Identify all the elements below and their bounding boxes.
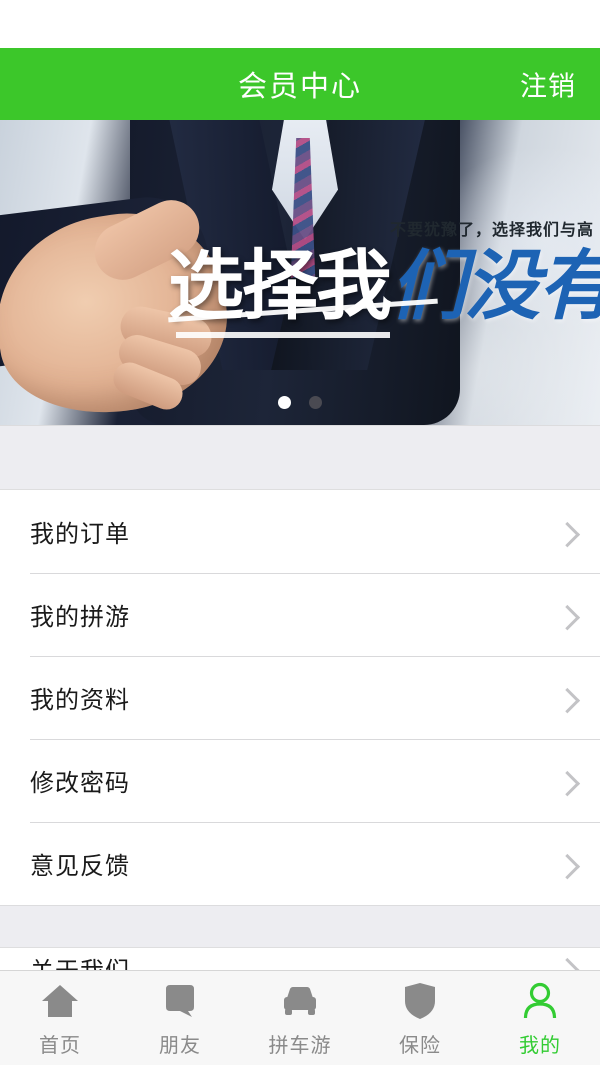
- menu-item-my-trips[interactable]: 我的拼游: [0, 573, 600, 656]
- menu-item-my-orders[interactable]: 我的订单: [0, 490, 600, 573]
- menu-group-orders: 我的订单 我的拼游 我的资料 修改密码 意见反馈: [0, 490, 600, 905]
- menu-item-label: 我的拼游: [30, 603, 130, 631]
- carousel-dot-2[interactable]: [309, 396, 322, 409]
- menu-item-my-profile[interactable]: 我的资料: [0, 656, 600, 739]
- tab-insurance[interactable]: 保险: [360, 971, 480, 1065]
- section-spacer-top: [0, 425, 600, 490]
- chevron-right-icon: [554, 604, 581, 630]
- banner-carousel[interactable]: 不要犹豫了，选择我们与高 选择我们没有: [0, 120, 600, 425]
- menu-item-feedback[interactable]: 意见反馈: [0, 822, 600, 905]
- status-bar: [0, 0, 600, 48]
- chevron-right-icon: [554, 853, 581, 879]
- page-title: 会员中心: [237, 69, 362, 103]
- bottom-tab-bar: 首页 朋友 拼车游 保险 我的: [0, 970, 600, 1065]
- chat-icon: [158, 979, 202, 1023]
- tab-label: 保险: [399, 1032, 441, 1057]
- chevron-right-icon: [554, 687, 581, 713]
- carousel-dots: [0, 396, 600, 409]
- app-header: 会员中心 注销: [0, 48, 600, 120]
- banner-accent-underline: [176, 332, 390, 338]
- menu-item-change-password[interactable]: 修改密码: [0, 739, 600, 822]
- menu-item-label: 我的订单: [30, 520, 130, 548]
- banner-headline-blue: 们没有: [390, 241, 600, 330]
- car-icon: [278, 979, 322, 1023]
- tab-label: 拼车游: [268, 1032, 332, 1057]
- banner-subtext: 不要犹豫了，选择我们与高: [389, 220, 594, 239]
- carousel-dot-1[interactable]: [278, 396, 291, 409]
- tab-label: 朋友: [159, 1032, 201, 1057]
- menu-item-label: 我的资料: [30, 686, 130, 714]
- menu-item-label: 意见反馈: [30, 852, 130, 880]
- shield-icon: [398, 979, 442, 1023]
- person-icon: [518, 979, 562, 1023]
- menu-item-label: 修改密码: [30, 769, 130, 797]
- tab-mine[interactable]: 我的: [480, 971, 600, 1065]
- logout-button[interactable]: 注销: [520, 65, 576, 104]
- chevron-right-icon: [554, 521, 581, 547]
- chevron-right-icon: [554, 770, 581, 796]
- section-spacer-middle: [0, 905, 600, 948]
- tab-friends[interactable]: 朋友: [120, 971, 240, 1065]
- app-screen: 会员中心 注销 不要犹豫了，选择我们与高 选择我们没有 我的订单 我的拼游 我的…: [0, 0, 600, 1065]
- tab-label: 首页: [39, 1032, 81, 1057]
- tab-home[interactable]: 首页: [0, 971, 120, 1065]
- tab-carpool[interactable]: 拼车游: [240, 971, 360, 1065]
- tab-label: 我的: [519, 1032, 561, 1057]
- home-icon: [38, 979, 82, 1023]
